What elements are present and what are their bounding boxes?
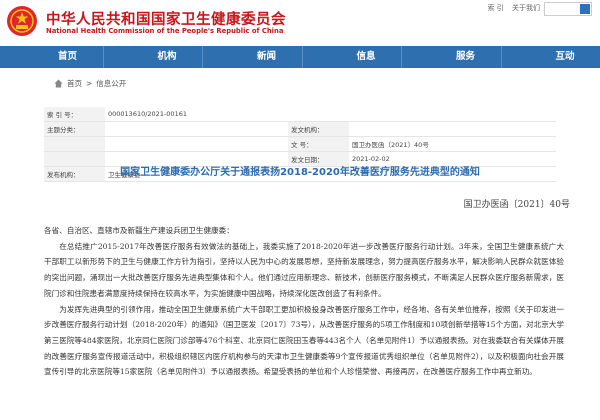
breadcrumb: 首页 > 信息公开 [54, 78, 126, 89]
site-title[interactable]: 中华人民共和国国家卫生健康委员会 [46, 8, 286, 29]
article-title: 国家卫生健康委办公厅关于通报表扬2018-2020年改善医疗服务先进典型的通知 [120, 167, 480, 178]
table-row: 文 号： 国卫办医函〔2021〕40号 [44, 136, 556, 152]
search-input[interactable] [544, 2, 592, 16]
main-nav: 首页 机构 新闻 信息 服务 互动 [0, 46, 600, 68]
subject-value [105, 121, 288, 137]
search-icon[interactable] [580, 4, 590, 14]
national-emblem-icon [7, 6, 37, 36]
table-row: 主题分类： 发文机构： [44, 121, 556, 137]
site-subtitle: National Health Commission of the People… [46, 27, 284, 35]
breadcrumb-current[interactable]: 信息公开 [96, 78, 126, 89]
nav-item-home[interactable]: 首页 [0, 46, 104, 68]
paragraph: 为发挥先进典型的引领作用，推动全国卫生健康系统广大干部职工更加积极投身改善医疗服… [44, 304, 564, 377]
subject-label: 主题分类： [44, 121, 105, 137]
nav-item-organization[interactable]: 机构 [104, 46, 203, 68]
blank-label [44, 136, 105, 152]
salutation: 各省、自治区、直辖市及新疆生产建设兵团卫生健康委： [44, 226, 234, 235]
blank-value [105, 136, 288, 152]
document-number: 国卫办医函〔2021〕40号 [463, 200, 570, 210]
docno-value: 国卫办医函〔2021〕40号 [349, 136, 556, 152]
site-header: 中华人民共和国国家卫生健康委员会 National Health Commiss… [0, 0, 600, 44]
index-link[interactable]: 索 引 [488, 4, 504, 12]
breadcrumb-home[interactable]: 首页 [67, 78, 82, 89]
article-body: 各省、自治区、直辖市及新疆生产建设兵团卫生健康委： 在总结推广2015-2017… [44, 223, 564, 380]
paragraph: 在总结推广2015-2017年改善医疗服务有效做法的基础上，我委实施了2018-… [44, 241, 564, 298]
docno-label: 文 号： [288, 136, 349, 152]
issuer-value [349, 121, 556, 137]
index-value: 000013610/2021-00161 [105, 107, 556, 122]
home-icon [54, 79, 63, 88]
nav-item-service[interactable]: 服务 [402, 46, 502, 68]
table-row: 索 引 号： 000013610/2021-00161 [44, 107, 556, 122]
top-links: 索 引 关于我们 [482, 3, 540, 13]
issuer-label: 发文机构： [288, 121, 349, 137]
index-label: 索 引 号： [44, 107, 105, 122]
breadcrumb-separator: > [86, 79, 93, 88]
about-link[interactable]: 关于我们 [512, 4, 540, 12]
nav-item-interaction[interactable]: 互动 [502, 46, 600, 68]
nav-item-information[interactable]: 信息 [303, 46, 402, 68]
nav-item-news[interactable]: 新闻 [203, 46, 303, 68]
